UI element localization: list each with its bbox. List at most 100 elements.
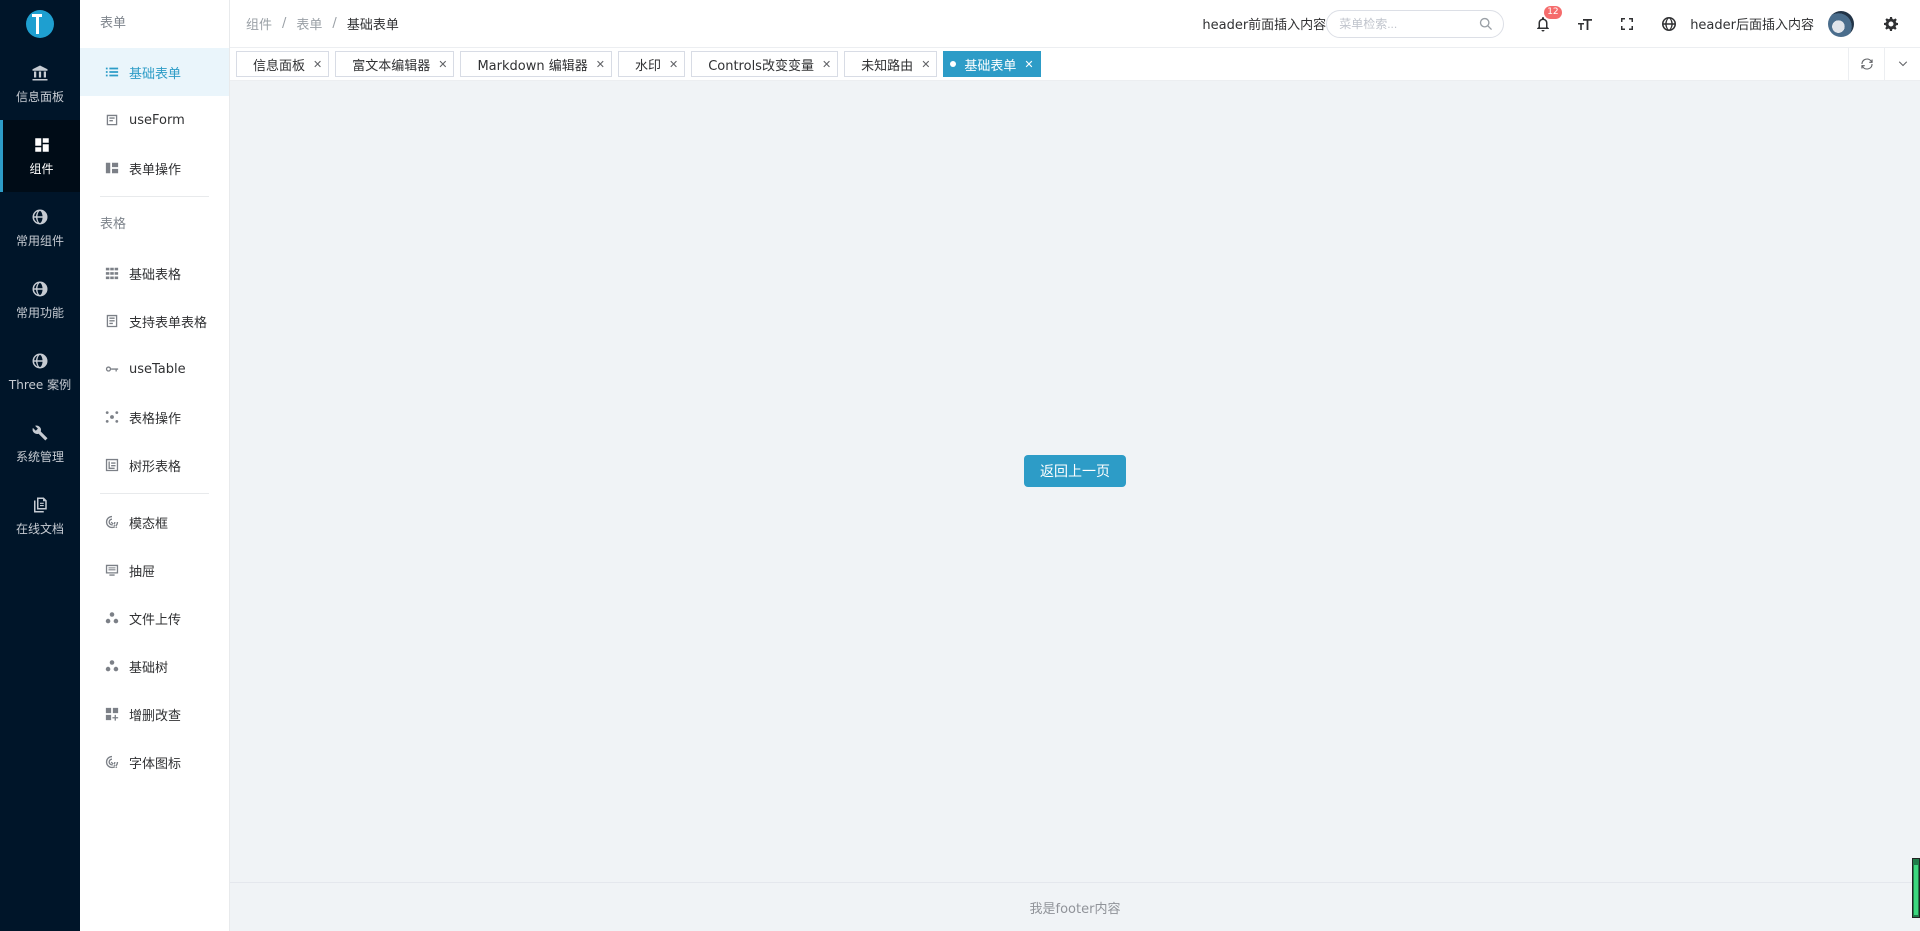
appstore-add-icon bbox=[105, 707, 119, 721]
close-icon[interactable]: ✕ bbox=[669, 58, 678, 71]
rail-item-docs[interactable]: 在线文档 bbox=[0, 480, 80, 552]
sidebar-item-label: 基础表单 bbox=[129, 66, 182, 82]
sub-sidebar: 表单 基础表单 useForm 表单操作 表格 基础表格 支持表单表格 useT… bbox=[80, 0, 230, 931]
list-icon bbox=[105, 65, 119, 79]
avatar[interactable] bbox=[1828, 10, 1854, 37]
divider bbox=[100, 196, 209, 197]
language-button[interactable] bbox=[1648, 0, 1690, 48]
rail-item-three[interactable]: Three 案例 bbox=[0, 336, 80, 408]
refresh-button[interactable] bbox=[1848, 47, 1884, 81]
tab-dashboard[interactable]: 信息面板 ✕ bbox=[236, 51, 330, 77]
sidebar-item-basic-table[interactable]: 基础表格 bbox=[80, 249, 229, 297]
tab-markdown-editor[interactable]: Markdown 编辑器 ✕ bbox=[460, 51, 612, 77]
tabs-menu-button[interactable] bbox=[1884, 47, 1920, 81]
footer-text: 我是footer内容 bbox=[1029, 901, 1121, 917]
back-button[interactable]: 返回上一页 bbox=[1024, 454, 1126, 487]
tab-label: 富文本编辑器 bbox=[352, 58, 431, 74]
notification-button[interactable]: 12 bbox=[1522, 0, 1564, 48]
tab-basic-form[interactable]: 基础表单 ✕ bbox=[943, 51, 1041, 77]
menu-search[interactable] bbox=[1326, 9, 1505, 38]
breadcrumb-separator: / bbox=[332, 16, 337, 31]
rail-item-common-components[interactable]: 常用组件 bbox=[0, 192, 80, 264]
breadcrumb-item[interactable]: 组件 bbox=[246, 14, 272, 33]
logo-icon bbox=[26, 10, 54, 38]
sidebar-item-label: 抽屉 bbox=[129, 564, 156, 580]
font-size-icon bbox=[1578, 18, 1593, 30]
sidebar-item-useform[interactable]: useForm bbox=[80, 96, 229, 144]
floating-indicator[interactable] bbox=[1912, 858, 1920, 918]
sidebar-item-label: useForm bbox=[129, 112, 185, 128]
rail-item-label: 信息面板 bbox=[15, 89, 64, 104]
close-icon[interactable]: ✕ bbox=[822, 58, 831, 71]
sidebar-item-crud[interactable]: 增删改查 bbox=[80, 690, 229, 738]
settings-button[interactable] bbox=[1870, 0, 1912, 48]
search-icon[interactable] bbox=[1479, 17, 1493, 31]
tab-watermark[interactable]: 水印 ✕ bbox=[617, 51, 686, 77]
sidebar-group-title: 表单 bbox=[100, 16, 127, 31]
icon-rail: 信息面板 组件 常用组件 常用功能 Three 案例 系统管理 在线文档 bbox=[0, 0, 80, 931]
tab-rich-editor[interactable]: 富文本编辑器 ✕ bbox=[335, 51, 455, 77]
chevron-down-icon bbox=[1898, 61, 1907, 67]
profile-icon bbox=[105, 314, 119, 328]
sidebar-item-form-ops[interactable]: 表单操作 bbox=[80, 144, 229, 192]
header-before-text: header前面插入内容 bbox=[1202, 18, 1327, 33]
sidebar-item-table-ops[interactable]: 表格操作 bbox=[80, 393, 229, 441]
key-icon bbox=[105, 362, 119, 376]
document-icon bbox=[34, 497, 47, 512]
sidebar-item-upload[interactable]: 文件上传 bbox=[80, 594, 229, 642]
rail-item-label: 系统管理 bbox=[15, 449, 64, 464]
drawer-icon bbox=[105, 563, 119, 577]
close-icon[interactable]: ✕ bbox=[596, 58, 605, 71]
sidebar-item-label: 字体图标 bbox=[129, 756, 182, 772]
tabs-tools bbox=[1848, 47, 1920, 81]
tabs-bar: 信息面板 ✕ 富文本编辑器 ✕ Markdown 编辑器 ✕ 水印 ✕ Cont… bbox=[230, 47, 1920, 81]
sidebar-item-label: 基础树 bbox=[129, 660, 169, 676]
tab-label: 未知路由 bbox=[861, 58, 914, 74]
tab-label: 信息面板 bbox=[253, 58, 306, 74]
layout-icon bbox=[105, 161, 119, 175]
tab-label: 基础表单 bbox=[964, 58, 1017, 74]
tab-controls[interactable]: Controls改变变量 ✕ bbox=[691, 51, 839, 77]
sidebar-item-usetable[interactable]: useTable bbox=[80, 345, 229, 393]
sidebar-item-tree-table[interactable]: 树形表格 bbox=[80, 441, 229, 489]
sidebar-item-label: 表单操作 bbox=[129, 162, 182, 178]
sidebar-item-modal[interactable]: 模态框 bbox=[80, 498, 229, 546]
breadcrumb: 组件 / 表单 / 基础表单 bbox=[230, 14, 399, 33]
search-input[interactable] bbox=[1339, 16, 1480, 31]
cluster-icon bbox=[105, 410, 119, 424]
rail-item-label: 常用功能 bbox=[15, 305, 64, 320]
main-content: 返回上一页 bbox=[230, 81, 1920, 882]
close-icon[interactable]: ✕ bbox=[438, 58, 447, 71]
rail-item-system[interactable]: 系统管理 bbox=[0, 408, 80, 480]
rail-item-common-features[interactable]: 常用功能 bbox=[0, 264, 80, 336]
tab-unknown-route[interactable]: 未知路由 ✕ bbox=[844, 51, 938, 77]
rail-item-components[interactable]: 组件 bbox=[0, 120, 80, 192]
tab-label: Markdown 编辑器 bbox=[477, 58, 588, 74]
sidebar-item-label: 基础表格 bbox=[129, 267, 182, 283]
sidebar-item-basic-form[interactable]: 基础表单 bbox=[80, 48, 229, 96]
sidebar-item-form-table[interactable]: 支持表单表格 bbox=[80, 297, 229, 345]
rail-item-dashboard[interactable]: 信息面板 bbox=[0, 48, 80, 120]
breadcrumb-item[interactable]: 表单 bbox=[296, 14, 322, 33]
dots-icon bbox=[105, 659, 119, 673]
rail-item-label: 组件 bbox=[29, 161, 54, 176]
rail-item-label: 常用组件 bbox=[15, 233, 64, 248]
close-icon[interactable]: ✕ bbox=[1024, 58, 1033, 71]
fullscreen-button[interactable] bbox=[1606, 0, 1648, 48]
sidebar-item-font-icon[interactable]: 字体图标 bbox=[80, 738, 229, 786]
fullscreen-icon bbox=[1621, 17, 1634, 30]
close-icon[interactable]: ✕ bbox=[921, 58, 930, 71]
font-size-button[interactable] bbox=[1564, 0, 1606, 48]
sidebar-item-basic-tree[interactable]: 基础树 bbox=[80, 642, 229, 690]
globe-gear-icon bbox=[32, 209, 48, 224]
app-logo[interactable] bbox=[0, 0, 80, 48]
tab-label: Controls改变变量 bbox=[708, 58, 814, 74]
footer: 我是footer内容 bbox=[230, 882, 1920, 931]
sidebar-item-drawer[interactable]: 抽屉 bbox=[80, 546, 229, 594]
close-icon[interactable]: ✕ bbox=[313, 58, 322, 71]
wrench-icon bbox=[32, 425, 48, 440]
header-actions: header前面插入内容 12 header后面插入内容 bbox=[1202, 0, 1920, 48]
rail-item-label: Three 案例 bbox=[8, 377, 72, 392]
gear-icon bbox=[1884, 16, 1898, 31]
grid-icon bbox=[105, 266, 119, 280]
